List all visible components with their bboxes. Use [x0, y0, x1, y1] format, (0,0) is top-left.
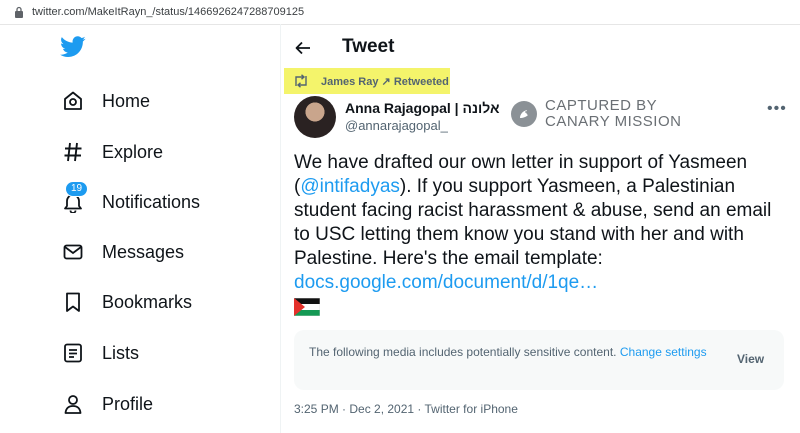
sensitive-content-message: The following media includes potentially…	[309, 344, 709, 361]
avatar[interactable]	[294, 96, 336, 138]
lock-icon	[15, 6, 23, 18]
canary-seal-icon	[511, 101, 537, 127]
nav-bookmarks[interactable]: Bookmarks	[60, 284, 192, 320]
nav-messages-label: Messages	[102, 241, 185, 262]
nav-lists-label: Lists	[102, 342, 140, 363]
notifications-badge: 19	[65, 181, 89, 197]
nav-home[interactable]: Home	[60, 83, 150, 119]
nav-explore-label: Explore	[102, 141, 164, 162]
mention-link[interactable]: @intifadyas	[300, 176, 400, 197]
sidebar: Home Explore 19 Notifications Messages B…	[0, 24, 280, 433]
hashtag-icon	[60, 139, 86, 165]
tweet-body: We have drafted our own letter in suppor…	[294, 151, 789, 295]
home-icon	[60, 88, 86, 114]
more-options-icon[interactable]: •••	[767, 100, 787, 118]
browser-address-bar[interactable]: twitter.com/MakeItRayn_/status/146692624…	[0, 0, 800, 25]
twitter-logo-icon[interactable]	[60, 36, 86, 58]
retweeted-by-text: James Ray ↗ Retweeted	[321, 75, 449, 88]
bell-icon: 19	[60, 181, 89, 215]
canary-mission-watermark: CAPTURED BY CANARY MISSION	[511, 98, 681, 130]
tweet-detail: Tweet James Ray ↗ Retweeted Anna Rajagop…	[281, 24, 800, 433]
nav-notifications[interactable]: 19 Notifications	[60, 181, 201, 220]
watermark-line-2: CANARY MISSION	[545, 113, 682, 130]
palestine-flag-icon	[294, 298, 320, 316]
person-icon	[60, 391, 86, 417]
nav-profile[interactable]: Profile	[60, 386, 153, 422]
sensitive-text: The following media includes potentially…	[309, 345, 617, 359]
nav-notifications-label: Notifications	[102, 191, 201, 212]
nav-explore[interactable]: Explore	[60, 134, 163, 170]
author-name[interactable]: Anna Rajagopal | אלונה	[345, 100, 500, 116]
view-button[interactable]: View	[737, 352, 764, 366]
nav-bookmarks-label: Bookmarks	[102, 291, 193, 312]
nav-lists[interactable]: Lists	[60, 335, 139, 371]
tweet-timestamp[interactable]: 3:25 PM · Dec 2, 2021 · Twitter for iPho…	[294, 402, 518, 416]
bookmark-icon	[60, 289, 86, 315]
sensitive-content-warning: The following media includes potentially…	[294, 330, 784, 390]
nav-home-label: Home	[102, 90, 151, 111]
watermark-line-1: CAPTURED BY	[545, 97, 658, 114]
list-icon	[60, 340, 86, 366]
page-title: Tweet	[342, 36, 395, 57]
back-arrow-icon[interactable]	[293, 38, 313, 58]
document-link[interactable]: docs.google.com/document/d/1qe…	[294, 272, 598, 293]
envelope-icon	[60, 239, 86, 265]
retweeted-by-banner[interactable]: James Ray ↗ Retweeted	[284, 68, 450, 94]
nav-messages[interactable]: Messages	[60, 234, 184, 270]
url-text[interactable]: twitter.com/MakeItRayn_/status/146692624…	[32, 6, 304, 18]
nav-profile-label: Profile	[102, 393, 154, 414]
retweet-icon	[295, 74, 307, 88]
change-settings-link[interactable]: Change settings	[620, 345, 707, 359]
author-handle[interactable]: @annarajagopal_	[345, 118, 448, 133]
